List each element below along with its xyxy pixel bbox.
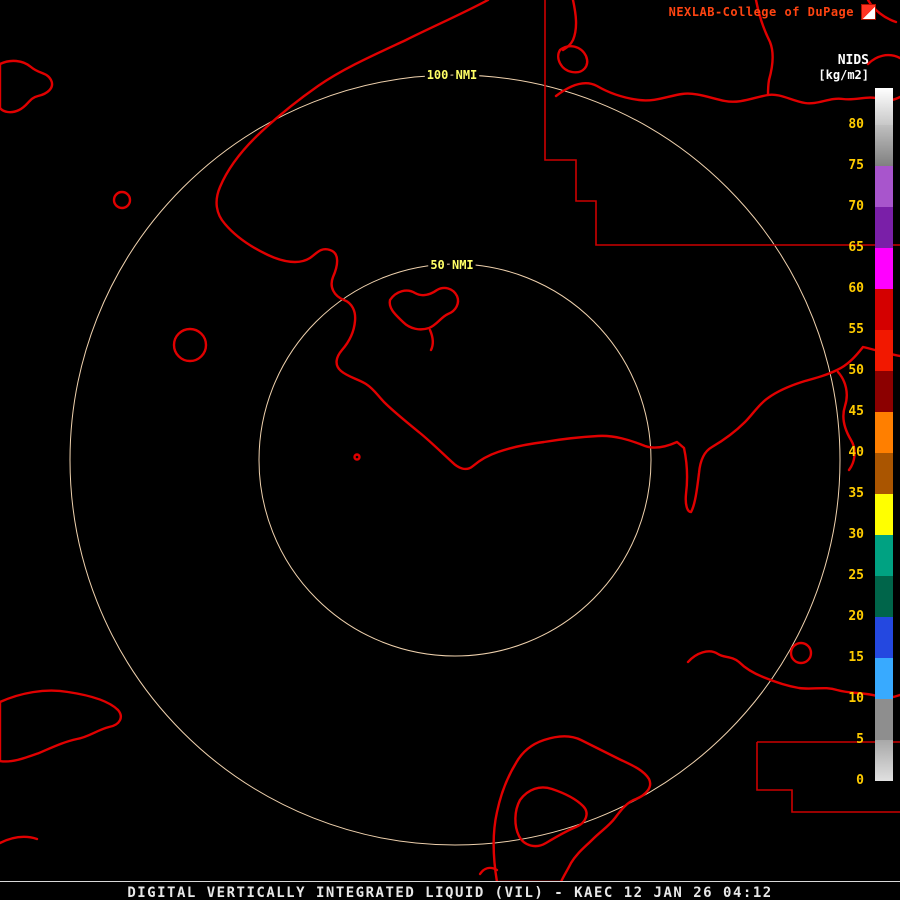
island-left-top	[0, 59, 54, 114]
colorbar-segment-0-5	[875, 740, 893, 781]
colorbar-tick-80: 80	[848, 117, 864, 132]
colorbar-segment-60-65	[875, 248, 893, 289]
colorbar-ticks: 80 75 70 65 60 55 50 45 40 35 30 25 20 15 10 5 0	[828, 88, 864, 798]
colorbar-tick-20: 20	[848, 609, 864, 624]
islet-ring-large	[172, 327, 208, 363]
colorbar-segment-65-70	[875, 207, 893, 248]
colorbar-tick-50: 50	[848, 363, 864, 378]
colorbar-title: NIDS	[837, 53, 869, 68]
coastline-bottom-right	[686, 650, 900, 699]
colorbar-units: [kg/m2]	[818, 68, 869, 82]
colorbar-tick-5: 5	[856, 732, 864, 747]
colorbar-tick-55: 55	[848, 322, 864, 337]
colorbar-segment-80+	[875, 88, 893, 125]
colorbar-segment-10-15	[875, 658, 893, 699]
coastline-main	[215, 0, 900, 514]
colorbar-tick-60: 60	[848, 281, 864, 296]
colorbar-segment-20-25	[875, 576, 893, 617]
range-ring-50nmi	[258, 263, 652, 657]
colorbar-tick-35: 35	[848, 486, 864, 501]
site-title: NEXLAB-College of DuPage	[668, 5, 854, 19]
range-ring-100nmi	[69, 74, 841, 846]
colorbar-segment-15-20	[875, 617, 893, 658]
colorbar-segment-35-40	[875, 453, 893, 494]
islet-ring-small	[112, 190, 132, 210]
islet-ring-bottom-right	[789, 641, 813, 665]
colorbar-tick-70: 70	[848, 199, 864, 214]
colorbar-segment-50-55	[875, 330, 893, 371]
peninsula-left-bottom	[0, 689, 122, 763]
colorbar-segment-55-60	[875, 289, 893, 330]
cod-logo-icon	[861, 4, 876, 20]
colorbar-tick-30: 30	[848, 527, 864, 542]
range-ring-label-50nmi: 50 NMI	[430, 258, 473, 272]
product-caption: DIGITAL VERTICALLY INTEGRATED LIQUID (VI…	[127, 885, 773, 900]
shoreline-left-bottom	[0, 835, 39, 845]
colorbar-tick-45: 45	[848, 404, 864, 419]
colorbar-segment-5-10	[875, 699, 893, 740]
colorbar-segment-70-75	[875, 166, 893, 207]
colorbar-tick-65: 65	[848, 240, 864, 255]
colorbar-tick-15: 15	[848, 650, 864, 665]
colorbar-tick-25: 25	[848, 568, 864, 583]
colorbar-segments	[875, 88, 893, 781]
coastline-top-stem-1	[561, 0, 578, 52]
colorbar-segment-45-50	[875, 371, 893, 412]
colorbar-segment-40-45	[875, 412, 893, 453]
coastline-bay	[388, 286, 460, 352]
colorbar-segment-30-35	[875, 494, 893, 535]
range-ring-label-100nmi: 100 NMI	[427, 68, 478, 82]
colorbar-tick-10: 10	[848, 691, 864, 706]
islet-dot	[353, 453, 361, 461]
colorbar-segment-75-80	[875, 125, 893, 166]
colorbar-tick-75: 75	[848, 158, 864, 173]
radar-display: 100 NMI 50 NMI NEXLAB-College of DuPage …	[0, 0, 900, 900]
coastlines	[0, 0, 900, 884]
colorbar-segment-25-30	[875, 535, 893, 576]
colorbar-tick-0: 0	[856, 773, 864, 788]
lagoon-bottom	[514, 786, 588, 848]
radar-map: 100 NMI 50 NMI	[0, 0, 900, 884]
colorbar-tick-40: 40	[848, 445, 864, 460]
